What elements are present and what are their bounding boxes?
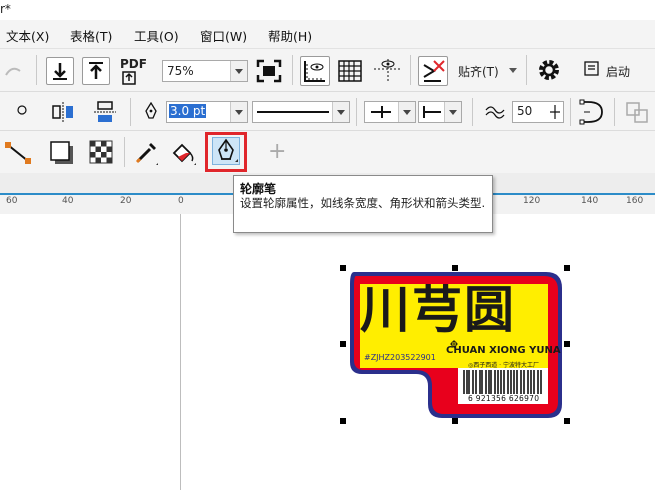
tooltip-body: 设置轮廓属性，如线条宽度、角形状和箭头类型. [240, 196, 486, 210]
outline-width-dropdown-arrow[interactable] [230, 102, 247, 122]
label-code: #ZJHZ203522901 [364, 353, 436, 362]
label-pinyin: CHUAN XIONG YUNA [446, 345, 561, 356]
end-arrowhead-combo[interactable] [418, 101, 462, 123]
selection-handle[interactable] [564, 265, 570, 271]
ruler-label: 0 [178, 196, 184, 206]
end-arrow-dropdown-arrow[interactable] [444, 102, 461, 122]
zoom-level-value: 75% [167, 64, 194, 78]
start-arrow-dropdown-arrow[interactable] [398, 102, 415, 122]
convert-to-curves-icon[interactable] [624, 100, 650, 124]
menu-tools[interactable]: 工具(O) [134, 26, 179, 45]
publish-pdf-button[interactable]: PDF [118, 57, 148, 85]
import-icon [53, 63, 67, 80]
options-gear-icon[interactable] [536, 57, 562, 83]
tooltip-title: 轮廓笔 [240, 182, 277, 196]
outline-width-value[interactable]: 3.0 pt [169, 104, 207, 118]
slider-handle-icon[interactable] [549, 104, 561, 120]
outline-width-combo[interactable]: 3.0 pt [166, 101, 248, 123]
start-arrowhead-combo[interactable] [364, 101, 416, 123]
pdf-icon [122, 71, 136, 85]
rulers-toggle-button[interactable] [300, 56, 330, 86]
drop-shadow-tool-icon[interactable] [48, 139, 76, 167]
outline-pen-icon [218, 138, 238, 162]
tool-row: + [0, 131, 655, 173]
line-style-combo[interactable] [252, 101, 350, 123]
selection-handle[interactable] [340, 265, 346, 271]
snap-to-label[interactable]: 贴齐(T) [458, 63, 499, 80]
selection-handle[interactable] [564, 341, 570, 347]
zoom-level-combo[interactable]: 75% [162, 60, 248, 82]
close-curve-icon[interactable] [578, 98, 606, 126]
eyedropper-tool-icon[interactable] [132, 139, 160, 167]
menu-bar: 文本(X) 表格(T) 工具(O) 窗口(W) 帮助(H) [0, 20, 655, 49]
guidelines-icon[interactable] [372, 57, 402, 83]
snap-off-button[interactable] [418, 56, 448, 86]
selection-handle[interactable] [340, 418, 346, 424]
chevron-down-icon[interactable] [508, 67, 518, 75]
outline-pen-tool-button[interactable] [212, 137, 240, 165]
line-style-dropdown-arrow[interactable] [332, 102, 349, 122]
add-tool-button[interactable]: + [268, 139, 286, 164]
redo-icon[interactable] [2, 61, 26, 81]
smoothness-icon [485, 106, 505, 119]
ruler-label: 40 [62, 196, 74, 206]
barcode-number: 6 921356 626970 [468, 394, 540, 403]
selection-handle[interactable] [452, 265, 458, 271]
export-icon [89, 62, 103, 79]
title-bar: r* [0, 0, 655, 20]
selection-handle[interactable] [340, 341, 346, 347]
transparency-tool-icon[interactable] [88, 139, 114, 165]
end-arrow-preview [423, 111, 441, 113]
menu-help[interactable]: 帮助(H) [268, 26, 312, 45]
import-button[interactable] [46, 57, 74, 85]
circle-shape-icon[interactable] [16, 104, 28, 116]
window-title: r* [0, 2, 11, 16]
menu-text[interactable]: 文本(X) [6, 26, 49, 45]
label-maker: ◎西子西道 · 宁波特大工厂 [468, 362, 539, 369]
launch-icon[interactable] [584, 61, 600, 77]
menu-window[interactable]: 窗口(W) [200, 26, 247, 45]
snap-off-icon [423, 60, 445, 82]
menu-table[interactable]: 表格(T) [70, 26, 112, 45]
smoothness-value: 50 [517, 104, 533, 118]
ruler-label: 120 [523, 196, 541, 206]
ruler-label: 60 [6, 196, 18, 206]
selection-handle[interactable] [452, 418, 458, 424]
mirror-vertical-icon[interactable] [92, 100, 118, 124]
grid-icon[interactable] [336, 57, 364, 83]
zoom-dropdown-arrow[interactable] [230, 61, 247, 81]
pdf-label: PDF [120, 57, 147, 71]
connector-tool-icon[interactable] [4, 141, 34, 167]
interactive-fill-tool-icon[interactable] [168, 139, 198, 167]
ruler-icon [304, 61, 325, 82]
export-button[interactable] [82, 57, 110, 85]
property-bar: 3.0 pt 50 [0, 92, 655, 131]
full-screen-icon[interactable] [256, 59, 282, 83]
standard-toolbar: PDF 75% 贴齐(T) 启动 [0, 49, 655, 92]
ruler-label: 20 [120, 196, 132, 206]
page-edge-line [180, 214, 181, 490]
ruler-label: 160 [626, 196, 644, 206]
outline-pen-tooltip: 轮廓笔 设置轮廓属性，如线条宽度、角形状和箭头类型. [233, 175, 493, 233]
mirror-horizontal-icon[interactable] [50, 100, 76, 124]
launch-label[interactable]: 启动 [606, 63, 630, 80]
outline-pen-small-icon [145, 102, 157, 119]
smoothness-spinbox[interactable]: 50 [512, 101, 564, 123]
ruler-label: 140 [581, 196, 599, 206]
line-style-preview [257, 111, 329, 113]
selection-handle[interactable] [564, 418, 570, 424]
label-title: 川芎圆 [360, 281, 516, 339]
